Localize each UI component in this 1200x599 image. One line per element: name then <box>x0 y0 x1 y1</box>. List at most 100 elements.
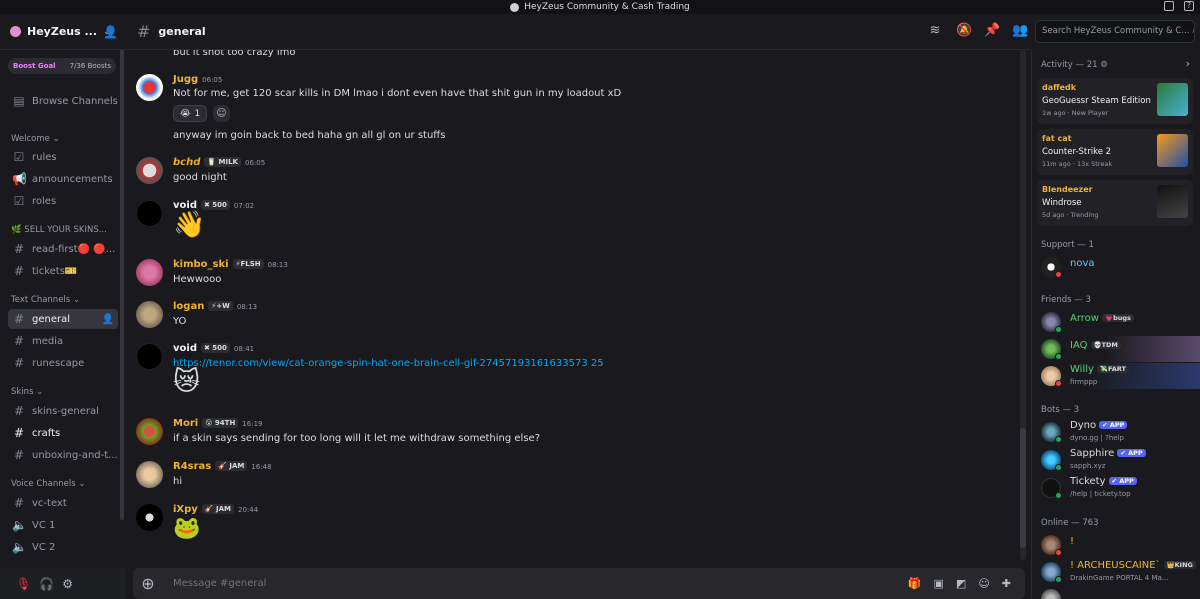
reaction[interactable]: 😭 1 <box>173 105 208 122</box>
headphones-deafened-icon[interactable]: 🎧 <box>39 577 54 591</box>
avatar[interactable] <box>136 504 163 531</box>
channel-tickets[interactable]: # tickets🎫 <box>8 261 118 281</box>
activity-card[interactable]: Blendeezer Windrose 5d ago · Trending <box>1037 180 1193 226</box>
invite-icon[interactable]: 👤 <box>102 314 114 325</box>
avatar[interactable] <box>136 200 163 227</box>
member-item[interactable]: Sapphire ✔ APP sapph.xyz <box>1041 447 1200 473</box>
username[interactable]: iXpy <box>173 504 198 515</box>
avatar[interactable] <box>136 418 163 445</box>
channel-announcements[interactable]: 📢 announcements <box>8 169 118 189</box>
category-voice-channels[interactable]: Voice Channels ⌄ <box>11 479 85 489</box>
gift-icon[interactable]: 🎁 <box>908 577 922 590</box>
member-item[interactable]: Willy 💸FART firmppp <box>1041 363 1200 389</box>
username[interactable]: 𝙗𝙘𝙝𝙙 <box>173 157 200 168</box>
member-item[interactable]: ! <box>1041 532 1200 558</box>
activity-user: fat cat <box>1042 134 1072 143</box>
inbox-icon[interactable] <box>1164 1 1174 11</box>
channel-read-first[interactable]: # read-first🔴 🔴... <box>8 239 118 259</box>
username[interactable]: Jugg <box>173 74 198 85</box>
channel-general[interactable]: # general 👤 <box>8 309 118 329</box>
cat-crying-emoji: 😿 <box>173 367 201 397</box>
member-item[interactable]: Dyno ✔ APP dyno.gg | ?help <box>1041 419 1200 445</box>
member-item[interactable]: IAQ 💀TDM <box>1041 336 1200 362</box>
member-item[interactable]: ! ARCHEUSCAINE` 👑KING DrakinGame PORTAL 4… <box>1041 559 1200 585</box>
app-label: APP <box>1128 449 1143 457</box>
message-header: Mori 😮 94TH 16:19 <box>173 418 262 429</box>
pin-icon[interactable]: 📌 <box>984 23 1000 38</box>
username[interactable]: Mori <box>173 418 198 429</box>
activity-user: Blendeezer <box>1042 185 1093 194</box>
message-text: anyway im goin back to bed haha gn all g… <box>173 130 446 141</box>
username[interactable]: kimbo_ski <box>173 259 229 270</box>
sticker-icon[interactable]: ◩ <box>956 577 966 590</box>
member-item[interactable]: Tickety ✔ APP /help | tickety.top <box>1041 475 1200 501</box>
category-sell[interactable]: 🌿 SELL YOUR SKINS... <box>11 225 107 235</box>
channel-vc-text[interactable]: # vc-text <box>8 493 118 513</box>
avatar[interactable] <box>136 343 163 370</box>
activity-card[interactable]: fat cat Counter-Strike 2 11m ago · 13x S… <box>1037 129 1193 175</box>
scrollbar-thumb[interactable] <box>120 50 124 520</box>
activity-card[interactable]: daffedk GeoGuessr Steam Edition 1w ago ·… <box>1037 78 1193 124</box>
channel-media[interactable]: # media <box>8 331 118 351</box>
member-item[interactable]: nova <box>1041 254 1200 280</box>
badge-label: MILK <box>218 158 238 166</box>
avatar[interactable] <box>136 301 163 328</box>
avatar[interactable] <box>136 74 163 101</box>
search-input[interactable]: Search HeyZeus Community & C... ⌕ <box>1035 20 1195 43</box>
emoji-picker-icon[interactable]: ☺ <box>978 577 989 590</box>
channel-label: runescape <box>32 357 85 369</box>
category-welcome[interactable]: Welcome ⌄ <box>11 134 60 144</box>
channel-runescape[interactable]: # runescape <box>8 353 118 373</box>
add-reaction-icon[interactable]: ☺ <box>213 105 230 122</box>
username[interactable]: logan <box>173 301 204 312</box>
help-icon[interactable]: ? <box>1184 1 1194 11</box>
browse-channels[interactable]: ▤ Browse Channels <box>8 91 118 111</box>
voice-channel-vc1[interactable]: 🔈 VC 1 <box>8 515 118 535</box>
badge-label: 500 <box>212 344 227 352</box>
channel-skins-general[interactable]: # skins-general <box>8 401 118 421</box>
messages-scrollbar[interactable] <box>1020 50 1026 560</box>
boost-goal-bar[interactable]: Boost Goal 7/36 Boosts <box>8 58 116 74</box>
message-header: kimbo_ski ⚡FLSH 08:13 <box>173 259 288 270</box>
timestamp: 20:44 <box>237 506 259 514</box>
message-link[interactable]: https://tenor.com/view/cat-orange-spin-h… <box>173 358 604 369</box>
scrollbar-thumb[interactable] <box>1020 428 1026 548</box>
member-item[interactable] <box>1041 586 1200 599</box>
sidebar-scrollbar[interactable] <box>120 50 124 520</box>
activity-game: Counter-Strike 2 <box>1042 147 1112 157</box>
member-status: /help | tickety.top <box>1070 490 1131 498</box>
channel-label: rules <box>32 151 57 163</box>
notifications-muted-icon[interactable]: 🔕 <box>956 23 972 38</box>
hash-icon: # <box>137 22 151 41</box>
megaphone-icon: 📢 <box>12 172 27 186</box>
role-badge: 😮 94TH <box>202 418 239 428</box>
member-list-icon[interactable]: 👥 <box>1012 23 1028 38</box>
settings-gear-icon[interactable]: ⚙ <box>62 577 73 591</box>
avatar[interactable] <box>136 461 163 488</box>
channel-roles[interactable]: ☑ roles <box>8 191 118 211</box>
voice-channel-vc2[interactable]: 🔈 VC 2 <box>8 537 118 557</box>
avatar[interactable] <box>136 259 163 286</box>
channel-rules[interactable]: ☑ rules <box>8 147 118 167</box>
username[interactable]: R4sras <box>173 461 211 472</box>
role-badge: ✖ 500 <box>200 343 230 353</box>
chevron-right-icon[interactable]: › <box>1186 57 1190 70</box>
attach-plus-icon[interactable]: ⊕ <box>133 574 163 593</box>
message-input[interactable] <box>163 578 908 589</box>
category-skins[interactable]: Skins ⌄ <box>11 387 43 397</box>
gif-icon[interactable]: ▣ <box>934 577 944 590</box>
role-badge: ⚡+W <box>208 301 233 311</box>
channel-unboxing[interactable]: # unboxing-and-t... <box>8 445 118 465</box>
username[interactable]: void <box>173 343 197 354</box>
channel-crafts[interactable]: # crafts <box>8 423 118 443</box>
mic-muted-icon[interactable]: 🎙 <box>16 577 31 591</box>
category-text-channels[interactable]: Text Channels ⌄ <box>11 295 80 305</box>
avatar[interactable] <box>136 157 163 184</box>
member-name-row: IAQ 💀TDM <box>1070 340 1121 351</box>
threads-icon[interactable]: ≋ <box>928 23 942 38</box>
invite-people-icon[interactable]: 👤 <box>103 25 118 39</box>
category-label: Skins <box>11 387 34 397</box>
member-item[interactable]: Arrow 💗bugs <box>1041 309 1200 335</box>
apps-icon[interactable]: ✚ <box>1002 577 1011 590</box>
server-header[interactable]: HeyZeus ... ⌄ 👤 <box>0 14 126 50</box>
